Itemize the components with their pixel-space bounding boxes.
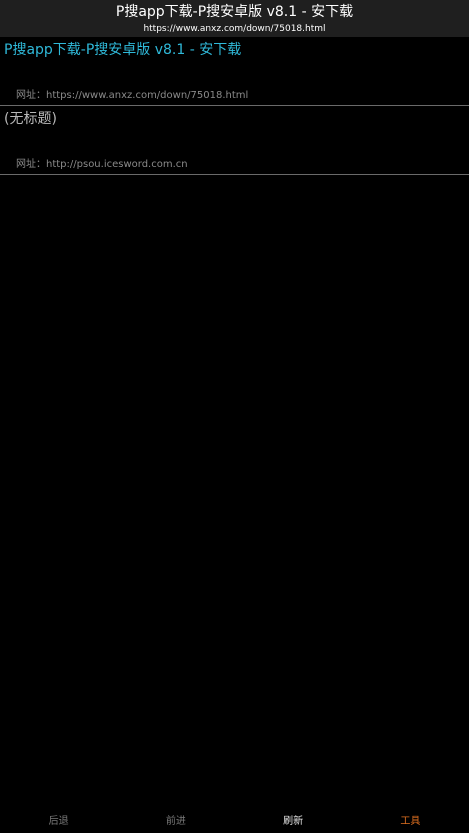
- back-button[interactable]: 后退: [0, 811, 117, 833]
- tools-button[interactable]: 工具: [352, 811, 469, 833]
- history-item-title[interactable]: (无标题): [4, 110, 57, 128]
- history-item-url: 网址：http://psou.icesword.com.cn: [16, 159, 188, 171]
- history-item[interactable]: P搜app下载-P搜安卓版 v8.1 - 安下载 网址：https://www.…: [0, 37, 469, 106]
- page-url: https://www.anxz.com/down/75018.html: [143, 24, 326, 34]
- history-item-url: 网址：https://www.anxz.com/down/75018.html: [16, 90, 248, 102]
- url-value: https://www.anxz.com/down/75018.html: [46, 90, 249, 101]
- history-item-title[interactable]: P搜app下载-P搜安卓版 v8.1 - 安下载: [4, 41, 241, 59]
- browser-page: P搜app下载-P搜安卓版 v8.1 - 安下载 https://www.anx…: [0, 0, 469, 833]
- history-item[interactable]: (无标题) 网址：http://psou.icesword.com.cn: [0, 106, 469, 175]
- forward-button[interactable]: 前进: [117, 811, 234, 833]
- url-label: 网址：: [16, 159, 46, 170]
- page-title: P搜app下载-P搜安卓版 v8.1 - 安下载: [115, 4, 354, 20]
- url-label: 网址：: [16, 90, 46, 101]
- history-list: P搜app下载-P搜安卓版 v8.1 - 安下载 网址：https://www.…: [0, 37, 469, 175]
- bottom-toolbar: 后退 前进 刷新 工具: [0, 811, 469, 833]
- url-value: http://psou.icesword.com.cn: [46, 159, 188, 170]
- refresh-button[interactable]: 刷新: [235, 811, 352, 833]
- title-bar: P搜app下载-P搜安卓版 v8.1 - 安下载 https://www.anx…: [0, 0, 469, 37]
